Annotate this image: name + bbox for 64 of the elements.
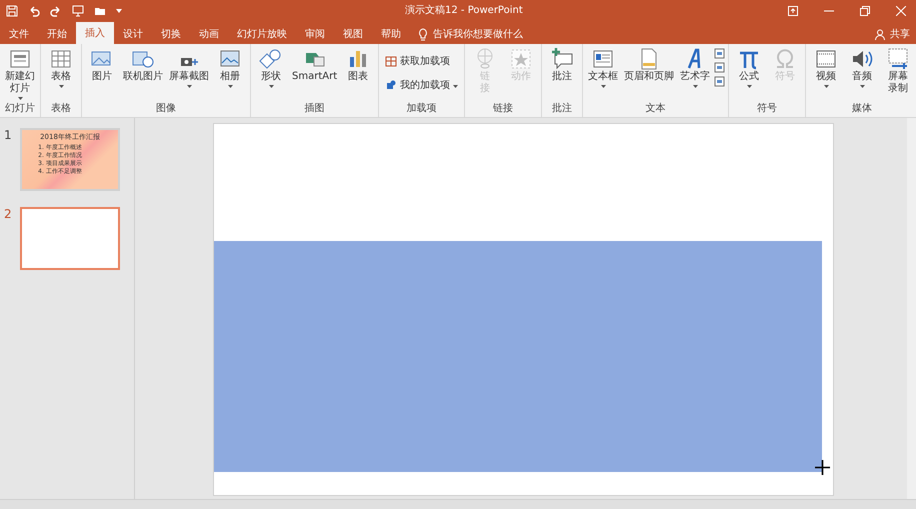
tell-me-field[interactable]: 告诉我你想要做什么 bbox=[418, 24, 523, 44]
ribbon-button[interactable]: 文本框 bbox=[586, 46, 620, 102]
window-title: 演示文稿12 - PowerPoint bbox=[405, 4, 523, 17]
ribbon-button[interactable]: 艺术字 bbox=[678, 46, 712, 102]
ribbon-tab[interactable]: 插入 bbox=[76, 22, 114, 44]
ribbon-tab[interactable]: 开始 bbox=[38, 24, 76, 44]
ribbon-button[interactable]: 形状 bbox=[254, 46, 288, 102]
ribbon-tab[interactable]: 切换 bbox=[152, 24, 190, 44]
crosshair-cursor-icon bbox=[815, 460, 830, 475]
folder-icon[interactable] bbox=[94, 5, 106, 17]
close-icon[interactable] bbox=[896, 6, 906, 16]
group-label: 文本 bbox=[644, 102, 667, 116]
presentation-icon[interactable] bbox=[72, 5, 84, 17]
ribbon-button[interactable]: 相册 bbox=[213, 46, 247, 102]
ribbon-tab[interactable]: 动画 bbox=[190, 24, 228, 44]
slide-thumbnail[interactable] bbox=[20, 207, 120, 270]
group-label: 图像 bbox=[155, 102, 177, 116]
ribbon-tab[interactable]: 审阅 bbox=[296, 24, 334, 44]
screen-recording-icon bbox=[886, 47, 910, 71]
store-icon bbox=[385, 55, 398, 67]
group-label: 幻灯片 bbox=[4, 102, 36, 116]
restore-icon[interactable] bbox=[860, 6, 870, 16]
group-label: 表格 bbox=[50, 102, 72, 116]
ribbon-tab[interactable]: 幻灯片放映 bbox=[228, 24, 296, 44]
lightbulb-icon bbox=[418, 28, 428, 40]
ribbon-display-icon[interactable] bbox=[788, 6, 798, 16]
group-label: 加载项 bbox=[406, 102, 438, 116]
ribbon-tab[interactable]: 帮助 bbox=[372, 24, 410, 44]
ribbon-button[interactable]: 批注 bbox=[545, 46, 580, 102]
redo-icon[interactable] bbox=[50, 5, 62, 17]
ribbon-button[interactable]: 获取加载项 bbox=[382, 52, 462, 70]
save-icon[interactable] bbox=[6, 5, 18, 17]
add-in-icon bbox=[385, 79, 398, 91]
group-label: 链接 bbox=[492, 102, 514, 116]
ribbon-button[interactable]: 联机图片 bbox=[121, 46, 165, 102]
ribbon-tab[interactable]: 文件 bbox=[0, 24, 38, 44]
ribbon-button[interactable]: 公式 bbox=[732, 46, 766, 102]
ribbon-button[interactable]: 屏幕截图 bbox=[167, 46, 211, 102]
ribbon-tab[interactable]: 视图 bbox=[334, 24, 372, 44]
share-button[interactable]: 共享 bbox=[875, 24, 916, 44]
dropdown-icon[interactable] bbox=[116, 8, 122, 14]
ribbon-tab[interactable]: 设计 bbox=[114, 24, 152, 44]
group-label: 批注 bbox=[551, 102, 574, 116]
group-label: 插图 bbox=[304, 102, 326, 116]
slide-number: 1 bbox=[4, 128, 12, 142]
group-label: 符号 bbox=[756, 102, 778, 116]
shapes-icon bbox=[259, 47, 283, 71]
ribbon-button[interactable]: 音频 bbox=[845, 46, 880, 102]
vertical-scrollbar[interactable] bbox=[907, 118, 916, 499]
ribbon-button[interactable]: 图表 bbox=[341, 46, 376, 102]
ribbon-button[interactable]: SmartArt bbox=[290, 46, 340, 102]
ribbon-button[interactable]: 图片 bbox=[85, 46, 119, 102]
ribbon-button[interactable]: 新建幻灯片 bbox=[3, 46, 37, 102]
ribbon-button[interactable]: 视频 bbox=[809, 46, 844, 102]
slide-number: 2 bbox=[4, 207, 12, 221]
ribbon-button[interactable]: 表格 bbox=[44, 46, 78, 102]
undo-icon[interactable] bbox=[28, 5, 40, 17]
camera-icon bbox=[180, 57, 198, 67]
ribbon-button[interactable]: 我的加载项 bbox=[382, 76, 462, 94]
person-icon bbox=[875, 28, 886, 40]
ribbon-button[interactable]: 页眉和页脚 bbox=[622, 46, 676, 102]
ribbon-button[interactable]: 屏幕录制 bbox=[881, 46, 916, 102]
group-label: 媒体 bbox=[851, 102, 874, 116]
comment-icon bbox=[550, 47, 574, 71]
